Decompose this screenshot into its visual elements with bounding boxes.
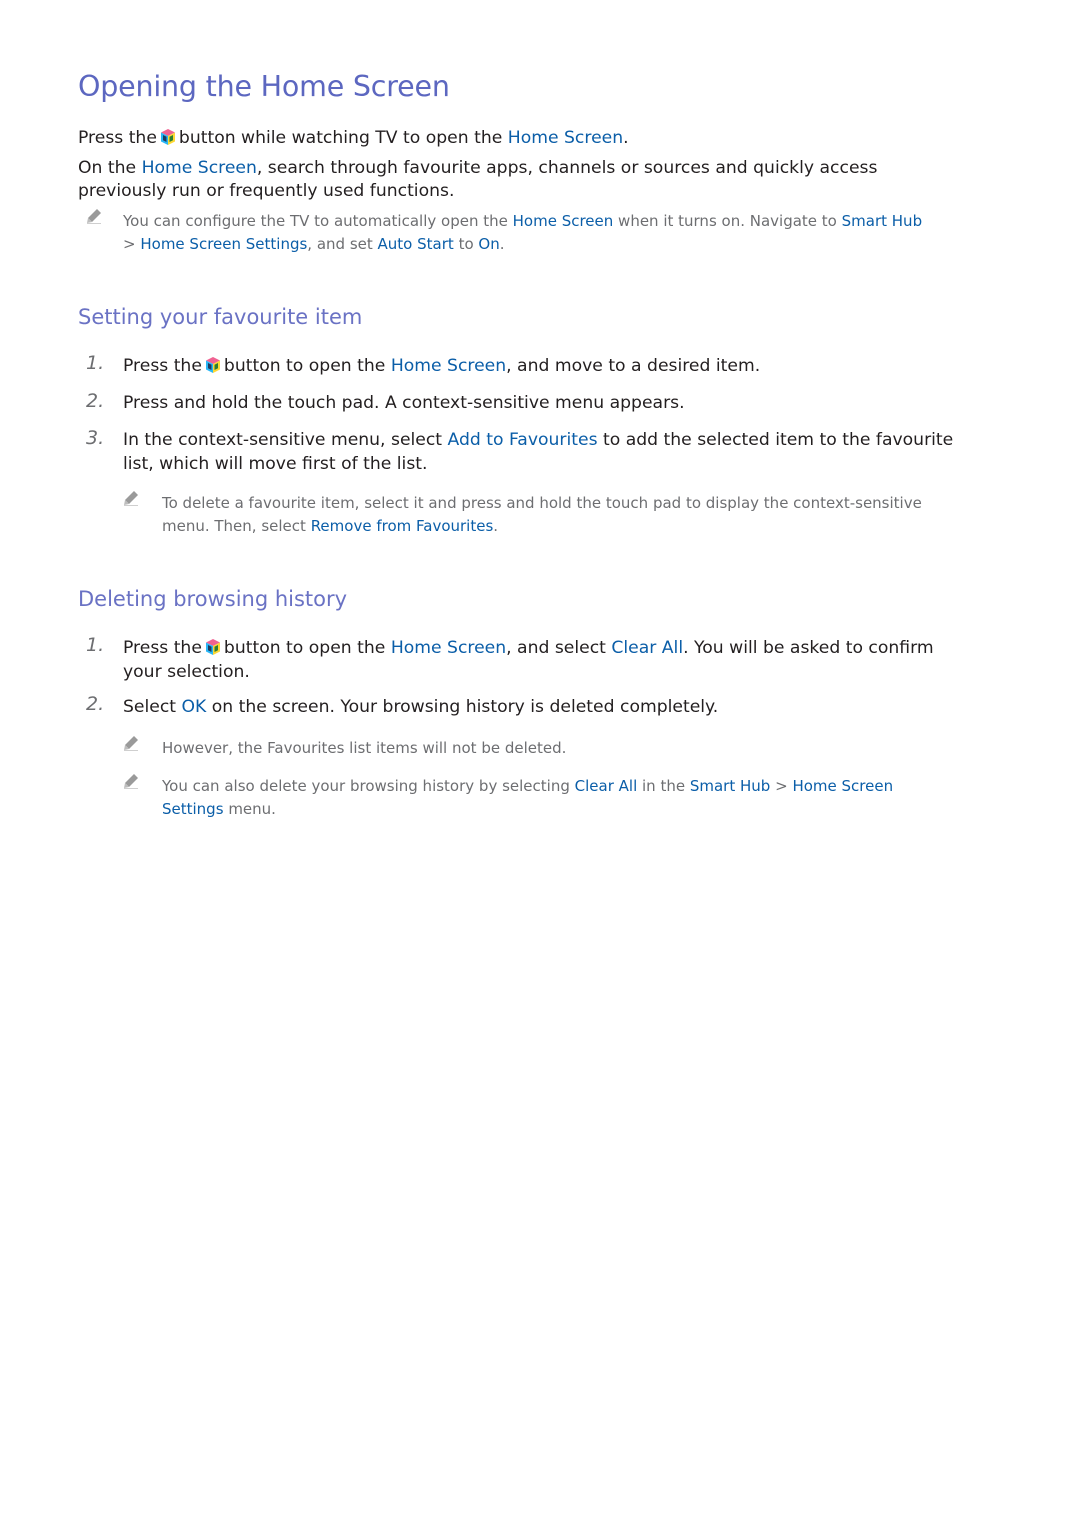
text: to add the selected item to the favourit… xyxy=(603,430,954,450)
settings-link: Settings xyxy=(162,800,224,818)
text: Press the xyxy=(78,128,157,148)
text: button to open the xyxy=(223,638,386,658)
text: . xyxy=(493,517,499,535)
home-screen-link: Home Screen xyxy=(512,212,614,230)
smart-hub-icon xyxy=(161,129,175,145)
auto-start-link: Auto Start xyxy=(377,235,454,253)
smart-hub-link: Smart Hub xyxy=(689,777,771,795)
section-heading-favourites: Setting your favourite item xyxy=(78,305,363,329)
on-option: On xyxy=(478,235,500,253)
breadcrumb-separator: > xyxy=(123,235,136,253)
text: menu. xyxy=(228,800,276,818)
text: , and move to a desired item. xyxy=(506,356,761,376)
step-number: 2. xyxy=(86,693,105,715)
text: in the xyxy=(642,777,686,795)
text: previously run or frequently used functi… xyxy=(78,181,455,201)
text: . You will be asked to confirm xyxy=(683,638,934,658)
smart-hub-icon xyxy=(206,639,220,655)
step-number: 1. xyxy=(86,634,105,656)
ok-button-reference: OK xyxy=(181,697,207,717)
clear-all-option: Clear All xyxy=(611,638,684,658)
pencil-note-icon xyxy=(86,208,102,224)
text: , and set xyxy=(307,235,373,253)
text: on the screen. Your browsing history is … xyxy=(211,697,719,717)
text: your selection. xyxy=(123,662,250,682)
home-screen-settings-link: Home Screen Settings xyxy=(140,235,308,253)
text: list, which will move first of the list. xyxy=(123,454,428,474)
pencil-note-icon xyxy=(123,735,139,751)
remove-from-favourites-option: Remove from Favourites xyxy=(310,517,494,535)
page-title: Opening the Home Screen xyxy=(78,70,450,103)
text: to xyxy=(458,235,474,253)
step-number: 3. xyxy=(86,427,105,449)
section-heading-browsing-history: Deleting browsing history xyxy=(78,587,348,611)
home-screen-link: Home Screen xyxy=(792,777,894,795)
text: button while watching TV to open the xyxy=(178,128,503,148)
text: To delete a favourite item, select it an… xyxy=(162,494,922,512)
breadcrumb-separator: > xyxy=(775,777,788,795)
add-to-favourites-option: Add to Favourites xyxy=(447,430,598,450)
text: button to open the xyxy=(223,356,386,376)
intro-paragraph-2: On the Home Screen, search through favou… xyxy=(78,157,998,203)
text: You can also delete your browsing histor… xyxy=(162,777,570,795)
text: when it turns on. Navigate to xyxy=(618,212,837,230)
smart-hub-link: Smart Hub xyxy=(841,212,923,230)
text: In the context-sensitive menu, select xyxy=(123,430,443,450)
home-screen-link: Home Screen xyxy=(507,128,624,148)
text: You can configure the TV to automaticall… xyxy=(123,212,508,230)
home-screen-link: Home Screen xyxy=(390,356,507,376)
step-3: In the context-sensitive menu, select Ad… xyxy=(123,428,1003,476)
home-screen-link: Home Screen xyxy=(141,158,257,178)
smart-hub-icon xyxy=(206,357,220,373)
text: . xyxy=(623,128,629,148)
pencil-note-icon xyxy=(123,773,139,789)
pencil-note-icon xyxy=(123,490,139,506)
text: Press the xyxy=(123,356,202,376)
text: , search through favourite apps, channel… xyxy=(256,158,878,178)
text: Select xyxy=(123,697,177,717)
text: On the xyxy=(78,158,137,178)
home-screen-link: Home Screen xyxy=(390,638,507,658)
clear-all-option: Clear All xyxy=(574,777,638,795)
step-number: 1. xyxy=(86,352,105,374)
intro-paragraph-1: Press the button while watching TV to ope… xyxy=(78,127,998,150)
step-2: Select OK on the screen. Your browsing h… xyxy=(123,695,1003,719)
text: , and select xyxy=(506,638,606,658)
favourites-note: To delete a favourite item, select it an… xyxy=(162,492,1002,538)
intro-note: You can configure the TV to automaticall… xyxy=(123,210,1003,256)
step-number: 2. xyxy=(86,390,105,412)
history-note-1: However, the Favourites list items will … xyxy=(162,739,567,757)
text: menu. Then, select xyxy=(162,517,306,535)
step-1: Press the button to open the Home Screen,… xyxy=(123,636,1003,684)
text: . xyxy=(499,235,505,253)
step-1: Press the button to open the Home Screen,… xyxy=(123,354,1003,378)
step-2: Press and hold the touch pad. A context-… xyxy=(123,393,685,413)
history-note-2: You can also delete your browsing histor… xyxy=(162,775,1002,821)
text: Press the xyxy=(123,638,202,658)
